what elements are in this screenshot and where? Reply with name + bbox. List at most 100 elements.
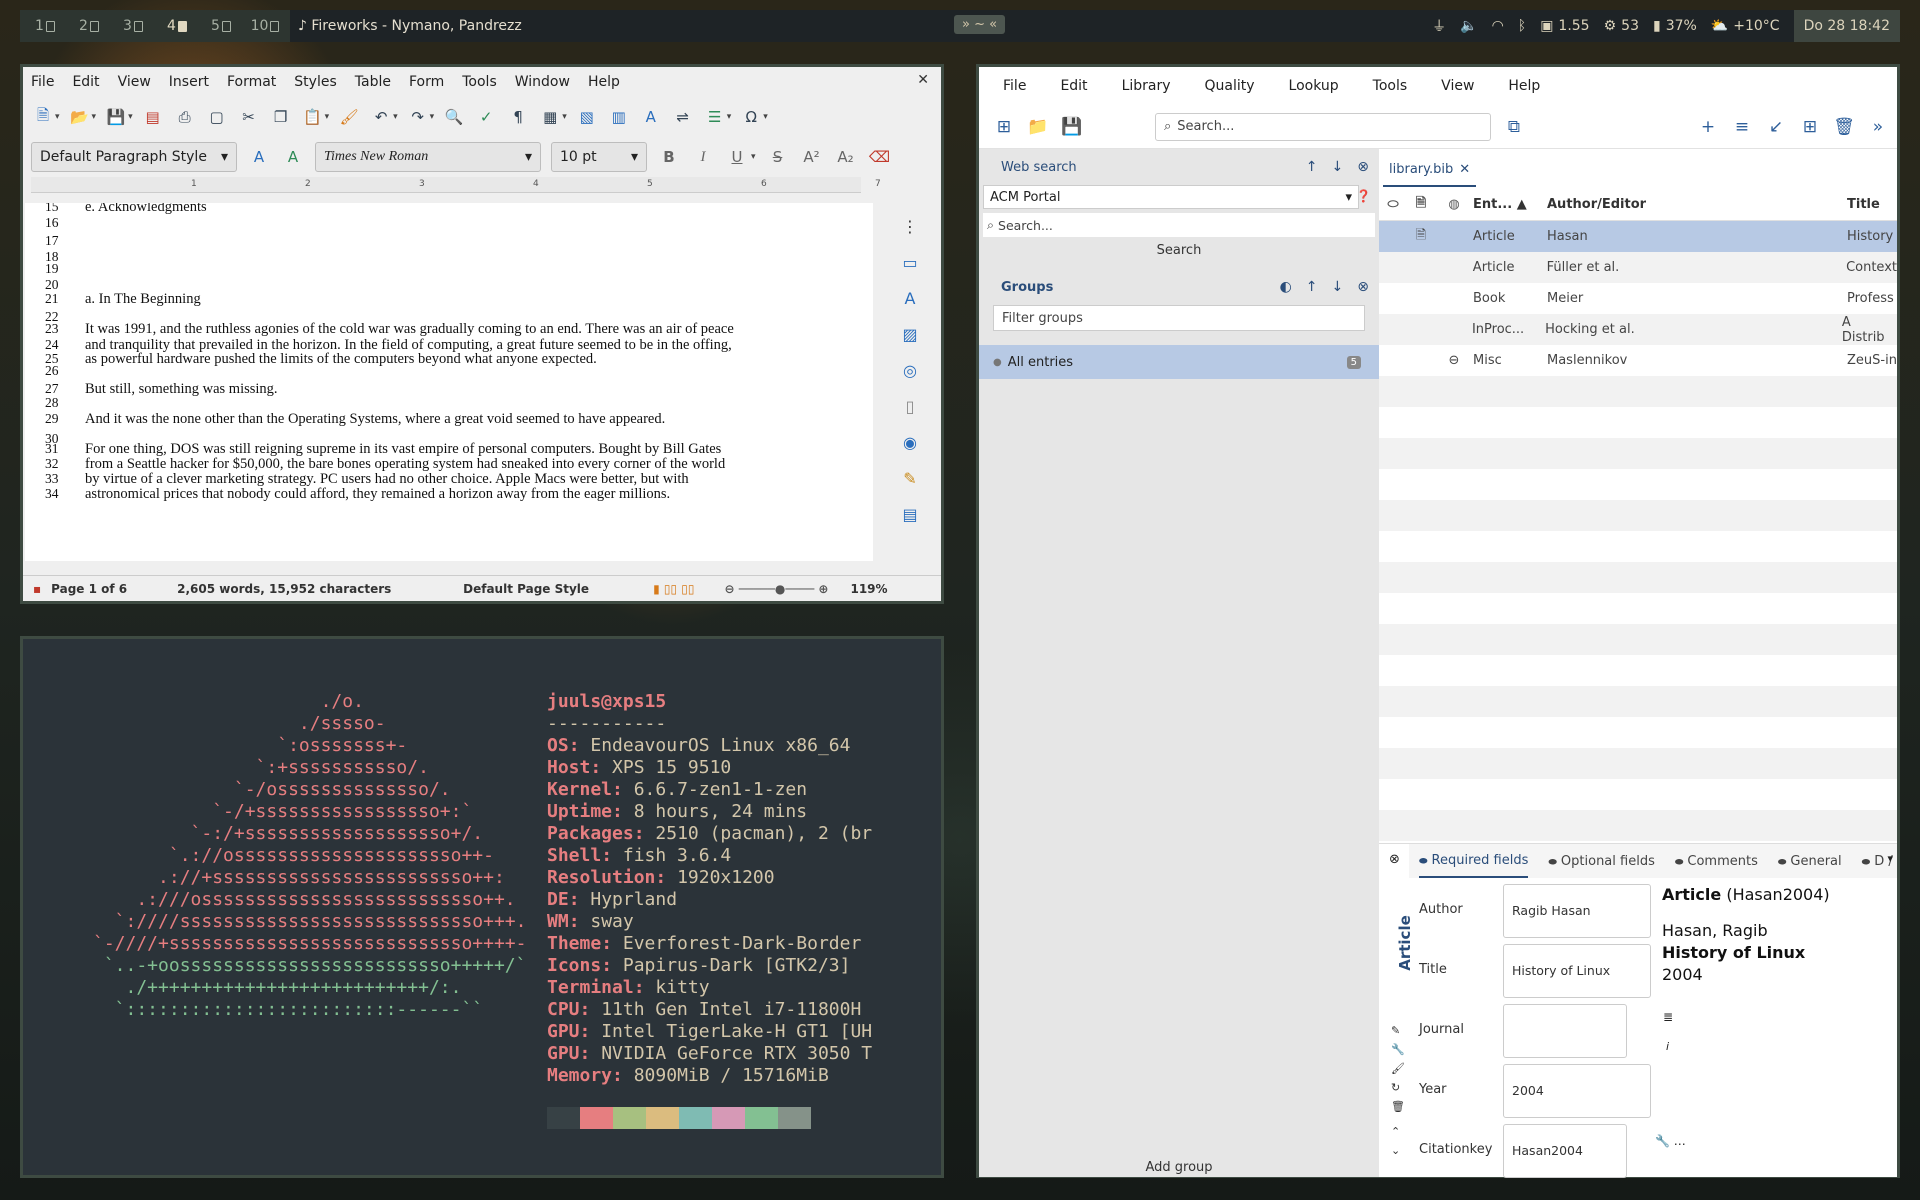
superscript-icon[interactable]: A² bbox=[800, 146, 824, 168]
open-folder-icon[interactable]: 📂 bbox=[68, 106, 92, 128]
update-style-icon[interactable]: A bbox=[247, 146, 271, 168]
menu-item[interactable]: View bbox=[1441, 78, 1474, 94]
table-row[interactable]: 🗎 Article Hasan History bbox=[1379, 221, 1897, 252]
wifi-icon[interactable]: ◠ bbox=[1492, 18, 1504, 34]
entrytype-column-header[interactable]: Ent... ▲ bbox=[1473, 197, 1547, 212]
menu-item[interactable]: Help bbox=[1508, 78, 1540, 94]
spelling-icon[interactable]: ✓ bbox=[474, 106, 498, 128]
scroll-up-icon[interactable]: ⌃ bbox=[1391, 1125, 1405, 1138]
find-replace-icon[interactable]: 🔍 bbox=[442, 106, 466, 128]
cleanup-icon[interactable]: 🖌 bbox=[1391, 1062, 1405, 1075]
editor-tab[interactable]: ⬬ Comments bbox=[1675, 854, 1758, 869]
file-column-icon[interactable]: 🗎 bbox=[1407, 194, 1435, 216]
move-down-icon[interactable]: ↓ bbox=[1332, 159, 1344, 175]
workspace-button[interactable]: 1 bbox=[24, 13, 66, 39]
scratchpad-indicator[interactable]: » ~ « bbox=[954, 15, 1006, 34]
lookup-icon[interactable]: 🔧 bbox=[1391, 1043, 1405, 1056]
move-up-icon[interactable]: ↑ bbox=[1306, 279, 1318, 295]
close-editor-icon[interactable]: ⊗ bbox=[1389, 852, 1400, 867]
global-search-input[interactable]: ⌕ Search... bbox=[1155, 112, 1491, 141]
author-column-header[interactable]: Author/Editor bbox=[1547, 197, 1847, 212]
terminal-window[interactable]: ./o. ./sssso- `:osssssss+- `:+ssssssssss… bbox=[20, 636, 944, 1178]
special-character-icon[interactable]: Ω bbox=[739, 106, 763, 128]
menu-item[interactable]: Edit bbox=[72, 74, 99, 90]
new-document-icon[interactable]: 🗎 bbox=[31, 106, 55, 128]
library-tab[interactable]: library.bib ✕ bbox=[1383, 153, 1477, 187]
save-icon[interactable]: 💾 bbox=[104, 106, 128, 128]
generate-key-icon[interactable]: 🔧 … bbox=[1655, 1134, 1686, 1148]
insert-field-icon[interactable]: ☰ bbox=[703, 106, 727, 128]
open-external-search-icon[interactable]: ⧉ bbox=[1503, 116, 1525, 138]
cut-icon[interactable]: ✂ bbox=[237, 106, 261, 128]
now-playing[interactable]: ♪ Fireworks - Nymano, Pandrezz bbox=[298, 18, 522, 34]
properties-icon[interactable]: ▭ bbox=[898, 251, 922, 273]
subscript-icon[interactable]: A₂ bbox=[834, 146, 858, 168]
menu-item[interactable]: Table bbox=[355, 74, 391, 90]
menu-item[interactable]: Tools bbox=[462, 74, 497, 90]
group-all-entries[interactable]: ● All entries 5 bbox=[979, 345, 1379, 379]
close-icon[interactable]: ⊗ bbox=[1357, 279, 1369, 295]
field-input[interactable]: Hasan2004 bbox=[1503, 1124, 1627, 1178]
menu-item[interactable]: Form bbox=[409, 74, 444, 90]
delete-icon[interactable]: 🗑 bbox=[1391, 1100, 1405, 1113]
link-icon[interactable]: ⊖ bbox=[1435, 353, 1473, 368]
gallery-icon[interactable]: ▨ bbox=[898, 323, 922, 345]
menu-item[interactable]: Library bbox=[1122, 78, 1171, 94]
expand-toolbar-icon[interactable]: » bbox=[1867, 116, 1889, 138]
workspace-button[interactable]: 2 bbox=[68, 13, 110, 39]
entry-type-label[interactable]: Article bbox=[1396, 915, 1414, 971]
move-up-icon[interactable]: ↑ bbox=[1306, 159, 1318, 175]
font-size-select[interactable]: 10 pt ▾ bbox=[551, 142, 647, 172]
close-tab-icon[interactable]: ✕ bbox=[1459, 162, 1470, 177]
paragraph-style-select[interactable]: Default Paragraph Style ▾ bbox=[31, 142, 237, 172]
strikethrough-icon[interactable]: S bbox=[766, 146, 790, 168]
design-icon[interactable]: ▤ bbox=[898, 503, 922, 525]
field-input[interactable]: Ragib Hasan bbox=[1503, 884, 1651, 938]
menu-item[interactable]: Insert bbox=[169, 74, 209, 90]
journal-abbrev-icon[interactable]: ≣ bbox=[1663, 1010, 1673, 1024]
formatting-marks-icon[interactable]: ¶ bbox=[506, 106, 530, 128]
new-library-icon[interactable]: ⊞ bbox=[993, 116, 1015, 138]
new-entry-icon[interactable]: ⊞ bbox=[1799, 116, 1821, 138]
file-icon[interactable]: 🗎 bbox=[1407, 226, 1435, 248]
manage-changes-icon[interactable]: ✎ bbox=[898, 467, 922, 489]
field-input[interactable] bbox=[1503, 1004, 1627, 1058]
menu-item[interactable]: Lookup bbox=[1289, 78, 1339, 94]
refresh-icon[interactable]: ↻ bbox=[1391, 1081, 1405, 1094]
bold-icon[interactable]: B bbox=[657, 146, 681, 168]
underline-icon[interactable]: U bbox=[725, 146, 749, 168]
groups-column-icon[interactable]: ⬭ bbox=[1379, 197, 1407, 212]
help-icon[interactable]: ❓ bbox=[1356, 189, 1371, 203]
add-entry-from-text-icon[interactable]: ≡ bbox=[1731, 116, 1753, 138]
insert-textbox-icon[interactable]: A bbox=[639, 106, 663, 128]
style-inspector-icon[interactable]: ◉ bbox=[898, 431, 922, 453]
import-icon[interactable]: ↙ bbox=[1765, 116, 1787, 138]
menu-item[interactable]: View bbox=[118, 74, 151, 90]
workspace-button[interactable]: 3 bbox=[112, 13, 154, 39]
menu-item[interactable]: Styles bbox=[294, 74, 336, 90]
save-library-icon[interactable]: 💾 bbox=[1061, 116, 1083, 138]
move-down-icon[interactable]: ↓ bbox=[1332, 279, 1344, 295]
table-row[interactable]: InProc... Hocking et al. A Distrib bbox=[1379, 314, 1897, 345]
editor-tab[interactable]: ⬬ Required fields bbox=[1419, 845, 1529, 878]
menu-item[interactable]: Tools bbox=[1373, 78, 1408, 94]
workspace-button[interactable]: 10 bbox=[244, 13, 286, 39]
usb-icon[interactable]: ⏚ bbox=[1432, 16, 1446, 36]
insert-table-icon[interactable]: ▦ bbox=[538, 106, 562, 128]
export-pdf-icon[interactable]: ▤ bbox=[141, 106, 165, 128]
page-indicator[interactable]: Page 1 of 6 bbox=[51, 582, 177, 596]
close-icon[interactable]: ✕ bbox=[917, 72, 929, 88]
clear-formatting-icon[interactable]: ⌫ bbox=[868, 146, 892, 168]
add-group-button[interactable]: Add group bbox=[979, 1160, 1379, 1175]
paste-icon[interactable]: 📋 bbox=[301, 106, 325, 128]
document-page[interactable]: 15 e. Acknowledgments 16 17 18 19 20 21 a. In T… bbox=[25, 203, 873, 561]
edit-icon[interactable]: ✎ bbox=[1391, 1024, 1405, 1037]
add-entry-icon[interactable]: + bbox=[1697, 116, 1719, 138]
print-preview-icon[interactable]: ▢ bbox=[205, 106, 229, 128]
clock[interactable]: Do 28 18:42 bbox=[1793, 10, 1900, 42]
more-tabs-icon[interactable]: ▾ bbox=[1887, 852, 1893, 865]
menu-item[interactable]: Help bbox=[588, 74, 620, 90]
web-search-button[interactable]: Search bbox=[979, 243, 1379, 265]
web-search-input[interactable]: ⌕ Search... bbox=[983, 213, 1375, 237]
word-count[interactable]: 2,605 words, 15,952 characters bbox=[177, 582, 463, 596]
